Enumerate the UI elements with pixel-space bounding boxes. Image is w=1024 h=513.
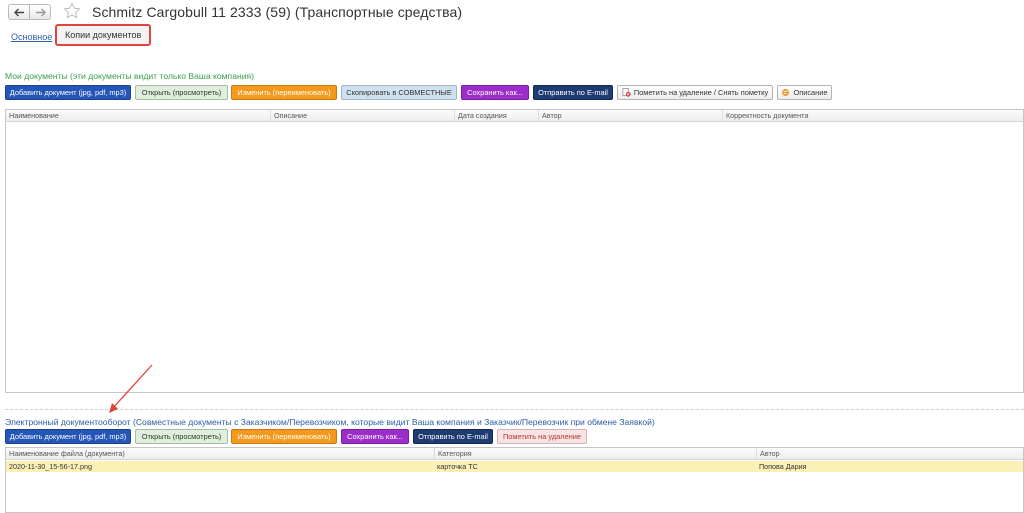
file-name-cell: 2020-11-30_15-56-17.png [9,462,92,471]
edo-add-document-button[interactable]: Добавить документ (jpg, pdf, mp3) [5,429,131,444]
column-header[interactable]: Наименование [6,110,270,122]
mark-delete-label: Пометить на удаление / Снять пометку [633,88,769,97]
send-email-button[interactable]: Отправить по E-mail [533,85,613,100]
star-icon[interactable] [63,2,81,20]
edo-mark-delete-button[interactable]: Пометить на удаление [497,429,587,444]
mark-delete-button[interactable]: Пометить на удаление / Снять пометку [617,85,773,100]
arrow-left-icon [13,8,24,16]
copy-to-shared-button[interactable]: Скопировать в СОВМЕСТНЫЕ [341,85,457,100]
category-cell: карточка ТС [437,462,478,471]
description-label: Описание [793,88,828,97]
column-header[interactable]: Наименование файла (документа) [6,448,434,460]
delete-mark-icon [622,88,631,97]
edo-send-email-button[interactable]: Отправить по E-mail [413,429,493,444]
edo-save-as-button[interactable]: Сохранить как... [341,429,409,444]
annotation-arrow-icon [109,364,153,413]
edo-rename-document-button[interactable]: Изменить (переименовать) [231,429,337,444]
table-row[interactable]: 2020-11-30_15-56-17.png карточка ТС Попо… [6,461,1023,472]
save-as-button[interactable]: Сохранить как... [461,85,529,100]
edo-section-title: Электронный документооборот (Совместные … [5,417,655,427]
column-header[interactable]: Описание [270,110,454,122]
edo-open-document-button[interactable]: Открыть (просмотреть) [135,429,228,444]
open-document-button[interactable]: Открыть (просмотреть) [135,85,228,100]
column-header[interactable]: Автор [756,448,1023,460]
description-icon [782,88,790,97]
edo-documents-table[interactable]: Наименование файла (документа) Категория… [5,447,1024,513]
tab-document-copies[interactable]: Копии документов [55,24,152,46]
add-document-button[interactable]: Добавить документ (jpg, pdf, mp3) [5,85,131,100]
author-cell: Попова Дария [759,462,807,471]
back-button[interactable] [8,4,30,20]
column-header[interactable]: Корректность документа [722,110,1023,122]
page-title: Schmitz Cargobull 11 2333 (59) (Транспор… [92,4,463,20]
column-header[interactable]: Автор [538,110,722,122]
column-header[interactable]: Дата создания [454,110,538,122]
table-header: Наименование файла (документа) Категория… [6,448,1023,460]
forward-button[interactable] [29,4,51,20]
table-header: Наименование Описание Дата создания Авто… [6,110,1023,122]
tab-main[interactable]: Основное [11,32,52,42]
column-header[interactable]: Категория [434,448,756,460]
arrow-right-icon [35,8,46,16]
rename-document-button[interactable]: Изменить (переименовать) [231,85,337,100]
description-button[interactable]: Описание [777,85,832,100]
my-documents-table[interactable]: Наименование Описание Дата создания Авто… [5,109,1024,393]
my-documents-title: Мои документы (эти документы видит тольк… [5,71,255,81]
